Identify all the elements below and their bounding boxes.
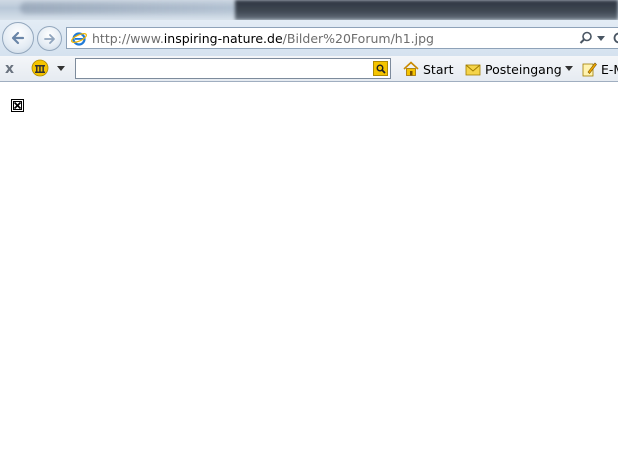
navigation-bar: http://www.inspiring-nature.de/Bilder%20… — [0, 20, 618, 56]
url-prefix: http://www. — [92, 31, 164, 46]
url-domain: inspiring-nature.de — [163, 31, 283, 46]
refresh-icon[interactable] — [612, 31, 618, 45]
magnifier-icon[interactable] — [579, 31, 593, 45]
search-toolbar: x Start Posteingang E- — [0, 56, 618, 82]
start-label: Start — [423, 61, 454, 77]
forward-arrow-icon — [43, 33, 55, 44]
chevron-down-icon[interactable] — [565, 66, 573, 71]
pencil-note-icon — [582, 62, 597, 77]
toolbar-close-button[interactable]: x — [5, 61, 14, 77]
chevron-down-icon[interactable] — [57, 66, 65, 71]
back-button[interactable] — [2, 22, 34, 54]
toolbar-search-input[interactable] — [75, 58, 391, 79]
internet-explorer-icon — [71, 32, 87, 46]
inbox-button[interactable]: Posteingang — [465, 60, 562, 78]
url-text[interactable]: http://www.inspiring-nature.de/Bilder%20… — [92, 31, 434, 46]
blurred-window-title — [20, 2, 250, 14]
blurred-background — [235, 0, 618, 20]
address-bar[interactable]: http://www.inspiring-nature.de/Bilder%20… — [66, 27, 618, 49]
url-path: /Bilder%20Forum/h1.jpg — [282, 31, 434, 46]
house-icon — [403, 61, 419, 76]
broken-image-icon — [13, 101, 22, 110]
toolbar-logo-icon[interactable] — [31, 59, 49, 77]
toolbar-search-button[interactable] — [373, 61, 388, 76]
broken-image-placeholder — [11, 99, 24, 112]
inbox-label: Posteingang — [485, 61, 562, 77]
chevron-down-icon[interactable] — [597, 36, 605, 41]
page-content — [0, 82, 618, 470]
email-compose-button[interactable]: E-M — [582, 60, 618, 78]
title-strip — [0, 0, 618, 20]
email-label: E-M — [601, 61, 618, 77]
magnifier-icon — [376, 64, 386, 74]
back-arrow-icon — [11, 31, 25, 45]
envelope-icon — [465, 64, 481, 76]
forward-button[interactable] — [37, 26, 62, 51]
start-button[interactable]: Start — [403, 60, 454, 78]
